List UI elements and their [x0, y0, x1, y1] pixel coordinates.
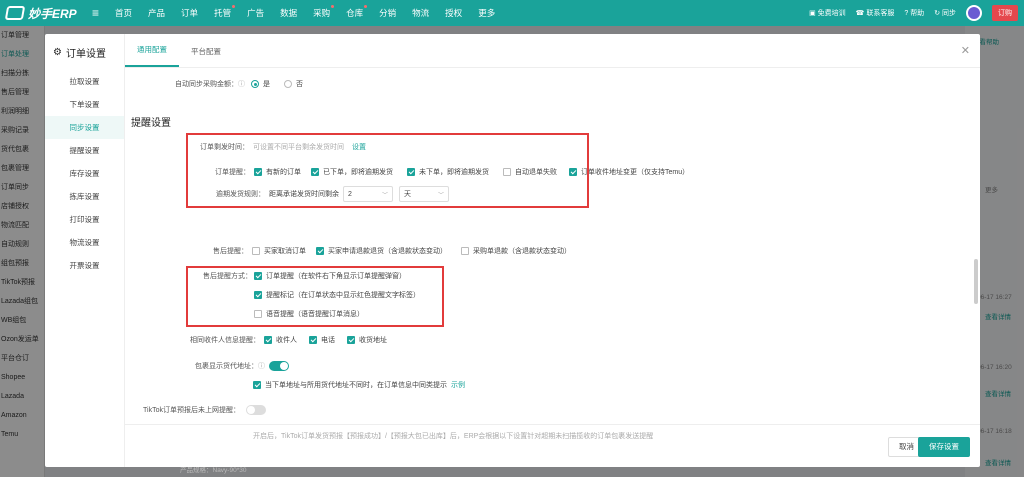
same-receiver-label: 相同收件人信息提醒：	[190, 337, 260, 344]
nav-item[interactable]: 物流	[404, 7, 437, 19]
settings-menu-item[interactable]: 拣库设置	[45, 185, 124, 208]
top-right-actions: ▣ 免费培训 ☎ 联系客服 ? 帮助 ↻ 同步 订购	[809, 5, 1018, 21]
order-label: 订购	[998, 10, 1012, 17]
nav-item[interactable]: 分销	[371, 7, 404, 19]
package-sub-row: 当下单地址与所用货代地址不同时，在订单信息中同类提示 示例	[253, 380, 465, 390]
highlight-box-after-sale-mode	[186, 266, 444, 327]
nav-item[interactable]: 更多	[470, 7, 503, 19]
nav-item[interactable]: 授权	[437, 7, 470, 19]
modal-title: ⚙ 订单设置	[45, 34, 124, 70]
package-display-toggle[interactable]	[269, 361, 289, 371]
training-link[interactable]: ▣ 免费培训	[809, 8, 846, 18]
checkbox[interactable]	[316, 247, 324, 255]
modal-title-text: 订单设置	[65, 48, 106, 60]
help-label: 帮助	[910, 10, 925, 17]
avatar[interactable]	[966, 5, 982, 21]
checkbox[interactable]	[461, 247, 469, 255]
settings-menu-item[interactable]: 提醒设置	[45, 139, 124, 162]
save-settings-button[interactable]: 保存设置	[918, 437, 970, 457]
checkbox-option[interactable]: 收货地址	[347, 335, 387, 345]
top-navbar: 妙手ERP ≡ 首页 产品 订单 托管 广告 数据 采购 仓库 分销 物流 授权 更多 ▣ 免费培训 …	[0, 0, 1024, 26]
nav-item[interactable]: 首页	[107, 7, 140, 19]
package-sub-label: 当下单地址与所用货代地址不同时，在订单信息中同类提示	[265, 382, 447, 389]
checkbox[interactable]	[264, 336, 272, 344]
nav-item[interactable]: 产品	[140, 7, 173, 19]
checkbox-option[interactable]: 买家申请退款退货（含退款状态变动）	[316, 246, 447, 256]
after-sale-label: 售后提醒：	[213, 248, 248, 255]
settings-menu-item[interactable]: 打印设置	[45, 208, 124, 231]
checkbox-label: 买家取消订单	[264, 248, 306, 255]
order-button[interactable]: 订购	[992, 5, 1018, 21]
tiktok-row: TikTok订单预报后未上网提醒：	[143, 405, 266, 415]
settings-menu-item[interactable]: 库存设置	[45, 162, 124, 185]
settings-menu-item[interactable]: 下单设置	[45, 93, 124, 116]
info-icon: ⓘ	[258, 363, 265, 370]
nav-item[interactable]: 订单	[173, 7, 206, 19]
example-link[interactable]: 示例	[451, 380, 465, 390]
checkbox-label: 买家申请退款退货（含退款状态变动）	[328, 248, 447, 255]
checkbox-label: 采购单退款（含退款状态变动）	[473, 248, 571, 255]
sync-link[interactable]: ↻ 同步	[934, 8, 956, 18]
nav-item[interactable]: 托管	[206, 5, 239, 19]
tab-general[interactable]: 通用配置	[125, 44, 179, 67]
checkbox-label: 订单收件地址变更（仅支持Temu）	[581, 169, 690, 176]
auto-sync-label: 自动同步采购金额：	[175, 81, 238, 88]
app-logo[interactable]: 妙手ERP	[0, 5, 92, 22]
checkbox-option[interactable]: 采购单退款（含退款状态变动）	[461, 246, 571, 256]
nav-item[interactable]: 数据	[272, 7, 305, 19]
chat-icon: ☎	[855, 10, 867, 17]
auto-sync-no-label: 否	[296, 81, 303, 88]
scrollbar[interactable]	[974, 259, 978, 304]
modal-footer: 取消 保存设置	[125, 424, 980, 467]
info-icon: ⓘ	[238, 81, 245, 88]
highlight-box-order-reminder	[186, 133, 589, 208]
checkbox-option[interactable]: 电话	[309, 335, 335, 345]
settings-menu-item[interactable]: 同步设置	[45, 116, 124, 139]
service-link[interactable]: ☎ 联系客服	[856, 8, 895, 18]
sync-label: 同步	[942, 10, 956, 17]
close-icon[interactable]: ✕	[961, 44, 970, 57]
help-link[interactable]: ? 帮助	[904, 8, 924, 18]
settings-menu-item[interactable]: 拉取设置	[45, 70, 124, 93]
checkbox-label: 电话	[321, 337, 335, 344]
settings-menu-item[interactable]: 物流设置	[45, 231, 124, 254]
gear-icon: ⚙	[53, 46, 62, 58]
service-label: 联系客服	[866, 10, 895, 17]
hamburger-icon[interactable]: ≡	[92, 6, 99, 20]
logo-icon	[4, 6, 26, 20]
settings-content: 自动同步采购金额： ⓘ 是 否 提醒设置 订单剩发时间： 可设置不同平台剩余发货…	[125, 69, 980, 424]
tiktok-label: TikTok订单预报后未上网提醒：	[143, 407, 240, 414]
sync-icon: ↻	[934, 10, 942, 17]
package-display-label: 包裹显示货代地址：	[195, 363, 258, 370]
checkbox[interactable]	[309, 336, 317, 344]
nav-item[interactable]: 采购	[305, 5, 338, 19]
checkbox[interactable]	[252, 247, 260, 255]
package-display-row: 包裹显示货代地址： ⓘ	[195, 361, 289, 371]
auto-sync-row: 自动同步采购金额： ⓘ 是 否	[175, 79, 303, 89]
checkbox-option[interactable]: 收件人	[264, 335, 297, 345]
checkbox-option[interactable]: 买家取消订单	[252, 246, 306, 256]
package-sub-checkbox[interactable]	[253, 381, 261, 389]
checkbox[interactable]	[347, 336, 355, 344]
video-icon: ▣	[809, 10, 818, 17]
settings-tabs: 通用配置 平台配置	[125, 34, 980, 68]
section-title-reminder: 提醒设置	[131, 118, 171, 129]
nav-item[interactable]: 广告	[239, 7, 272, 19]
auto-sync-yes-radio[interactable]	[251, 80, 259, 88]
training-label: 免费培训	[817, 10, 846, 17]
tab-platform[interactable]: 平台配置	[179, 46, 233, 67]
logo-text: 妙手ERP	[28, 6, 77, 21]
after-sale-row: 售后提醒： 买家取消订单 买家申请退款退货（含退款状态变动） 采购单退款（含退款状态…	[213, 246, 571, 256]
nav-item[interactable]: 仓库	[338, 5, 371, 19]
tiktok-toggle[interactable]	[245, 405, 266, 415]
auto-sync-yes-label: 是	[263, 81, 270, 88]
settings-menu: ⚙ 订单设置 拉取设置 下单设置 同步设置 提醒设置 库存设置 拣库设置 打印设置 物流设置开…	[45, 34, 125, 467]
main-nav: 首页 产品 订单 托管 广告 数据 采购 仓库 分销 物流 授权 更多	[107, 5, 503, 19]
checkbox-label: 收货地址	[359, 337, 387, 344]
checkbox-label: 收件人	[276, 337, 297, 344]
same-receiver-row: 相同收件人信息提醒： 收件人 电话 收货地址	[190, 335, 399, 345]
auto-sync-no-radio[interactable]	[284, 80, 292, 88]
settings-menu-item[interactable]: 开票设置	[45, 254, 124, 277]
order-settings-modal: ⚙ 订单设置 拉取设置 下单设置 同步设置 提醒设置 库存设置 拣库设置 打印设置 物流设置开…	[45, 34, 980, 467]
